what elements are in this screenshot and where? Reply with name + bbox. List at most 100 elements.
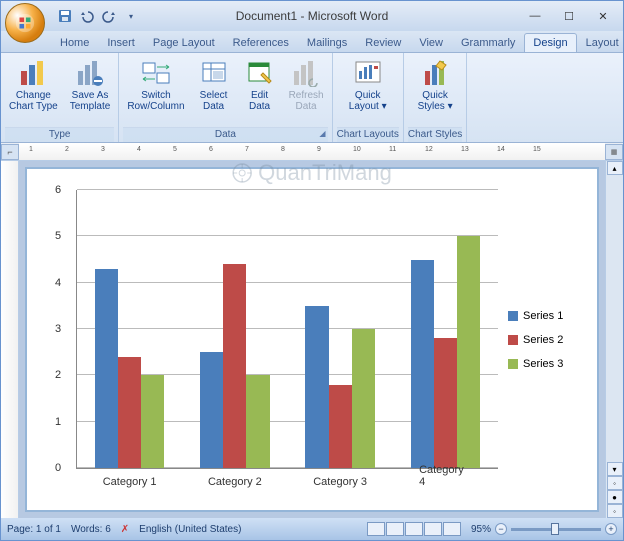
- ruler-tick: 7: [245, 146, 249, 153]
- legend-item[interactable]: Series 3: [508, 358, 588, 370]
- bar[interactable]: [305, 306, 328, 468]
- redo-icon[interactable]: [101, 8, 117, 24]
- web-layout-view-button[interactable]: [405, 522, 423, 536]
- undo-icon[interactable]: [79, 8, 95, 24]
- zoom-control: 95% − +: [471, 523, 617, 535]
- legend-swatch: [508, 311, 518, 321]
- tab-layout[interactable]: Layout: [577, 33, 624, 52]
- chart-legend: Series 1 Series 2 Series 3: [508, 182, 588, 497]
- legend-label: Series 2: [523, 334, 563, 346]
- tab-insert[interactable]: Insert: [98, 33, 144, 52]
- zoom-slider[interactable]: [511, 528, 601, 531]
- bar[interactable]: [329, 385, 352, 468]
- legend-label: Series 1: [523, 310, 563, 322]
- close-button[interactable]: ✕: [595, 8, 611, 24]
- tab-view[interactable]: View: [410, 33, 452, 52]
- scroll-down-button[interactable]: ▾: [607, 462, 623, 476]
- select-data-button[interactable]: Select Data: [193, 55, 235, 114]
- office-button[interactable]: [5, 3, 45, 43]
- group-type: Change Chart Type Save As Template Type: [1, 53, 119, 142]
- ruler-tick: 4: [137, 146, 141, 153]
- legend-item[interactable]: Series 1: [508, 310, 588, 322]
- save-as-template-button[interactable]: Save As Template: [66, 55, 115, 114]
- ruler-tick: 13: [461, 146, 469, 153]
- switch-icon: [140, 57, 172, 89]
- template-icon: [74, 57, 106, 89]
- zoom-level[interactable]: 95%: [471, 524, 491, 535]
- edit-data-button[interactable]: Edit Data: [239, 55, 281, 114]
- x-axis-label: Category 4: [419, 464, 472, 488]
- horizontal-ruler: ⌐ 123456789101112131415 ▦: [1, 143, 623, 161]
- tab-references[interactable]: References: [224, 33, 298, 52]
- scroll-up-button[interactable]: ▴: [607, 161, 623, 175]
- full-screen-view-button[interactable]: [386, 522, 404, 536]
- bar[interactable]: [118, 357, 141, 468]
- quick-access-toolbar: ▾: [57, 8, 139, 24]
- bar[interactable]: [352, 329, 375, 468]
- edit-data-icon: [244, 57, 276, 89]
- legend-label: Series 3: [523, 358, 563, 370]
- maximize-button[interactable]: ☐: [561, 8, 577, 24]
- bar[interactable]: [246, 375, 269, 468]
- ruler-tick: 9: [317, 146, 321, 153]
- qat-customize-icon[interactable]: ▾: [123, 8, 139, 24]
- browse-object-button[interactable]: ●: [607, 490, 623, 504]
- legend-swatch: [508, 335, 518, 345]
- group-chart-layouts: Quick Layout ▾ Chart Layouts: [333, 53, 404, 142]
- save-icon[interactable]: [57, 8, 73, 24]
- quick-layout-icon: [352, 57, 384, 89]
- zoom-in-button[interactable]: +: [605, 523, 617, 535]
- bar[interactable]: [141, 375, 164, 468]
- tab-grammarly[interactable]: Grammarly: [452, 33, 524, 52]
- column-chart-icon: [17, 57, 49, 89]
- minimize-button[interactable]: —: [527, 8, 543, 24]
- ruler-tick: 6: [209, 146, 213, 153]
- group-data: Switch Row/Column Select Data Edit Data …: [119, 53, 332, 142]
- bar[interactable]: [434, 338, 457, 468]
- status-page[interactable]: Page: 1 of 1: [7, 524, 61, 535]
- bar[interactable]: [95, 269, 118, 468]
- x-axis-label: Category 1: [103, 476, 157, 488]
- tab-design[interactable]: Design: [524, 33, 576, 52]
- status-language[interactable]: English (United States): [139, 524, 241, 535]
- switch-row-column-button[interactable]: Switch Row/Column: [123, 55, 188, 114]
- next-page-button[interactable]: ◦: [607, 504, 623, 518]
- x-axis-label: Category 3: [313, 476, 367, 488]
- y-axis-tick: 2: [55, 369, 61, 381]
- bar[interactable]: [411, 260, 434, 469]
- ruler-toggle-button[interactable]: ▦: [605, 144, 623, 160]
- y-axis-tick: 3: [55, 323, 61, 335]
- outline-view-button[interactable]: [424, 522, 442, 536]
- dialog-launcher-icon[interactable]: ◢: [319, 129, 325, 138]
- legend-item[interactable]: Series 2: [508, 334, 588, 346]
- change-chart-type-button[interactable]: Change Chart Type: [5, 55, 62, 114]
- bar[interactable]: [223, 264, 246, 468]
- tab-mailings[interactable]: Mailings: [298, 33, 356, 52]
- ruler-tick: 2: [65, 146, 69, 153]
- vertical-scrollbar[interactable]: ▴ ▾ ◦ ● ◦: [605, 161, 623, 518]
- select-data-icon: [198, 57, 230, 89]
- ruler-tick: 15: [533, 146, 541, 153]
- draft-view-button[interactable]: [443, 522, 461, 536]
- prev-page-button[interactable]: ◦: [607, 476, 623, 490]
- tab-home[interactable]: Home: [51, 33, 98, 52]
- title-bar: ▾ Document1 - Microsoft Word — ☐ ✕: [1, 1, 623, 31]
- tab-selector-button[interactable]: ⌐: [1, 144, 19, 160]
- group-label-chart-styles: Chart Styles: [408, 127, 462, 142]
- refresh-icon: [290, 57, 322, 89]
- chart-object[interactable]: 0123456Category 1Category 2Category 3Cat…: [35, 181, 589, 498]
- proofing-icon[interactable]: ✗: [121, 524, 129, 535]
- quick-styles-button[interactable]: Quick Styles ▾: [414, 55, 457, 114]
- zoom-out-button[interactable]: −: [495, 523, 507, 535]
- bar[interactable]: [200, 352, 223, 468]
- group-label-data: Data◢: [123, 127, 327, 142]
- quick-layout-button[interactable]: Quick Layout ▾: [345, 55, 391, 114]
- bar[interactable]: [457, 236, 480, 468]
- y-axis-tick: 5: [55, 230, 61, 242]
- status-words[interactable]: Words: 6: [71, 524, 111, 535]
- tab-review[interactable]: Review: [356, 33, 410, 52]
- tab-page-layout[interactable]: Page Layout: [144, 33, 224, 52]
- print-layout-view-button[interactable]: [367, 522, 385, 536]
- ruler-tick: 11: [389, 146, 396, 153]
- y-axis-tick: 1: [55, 416, 61, 428]
